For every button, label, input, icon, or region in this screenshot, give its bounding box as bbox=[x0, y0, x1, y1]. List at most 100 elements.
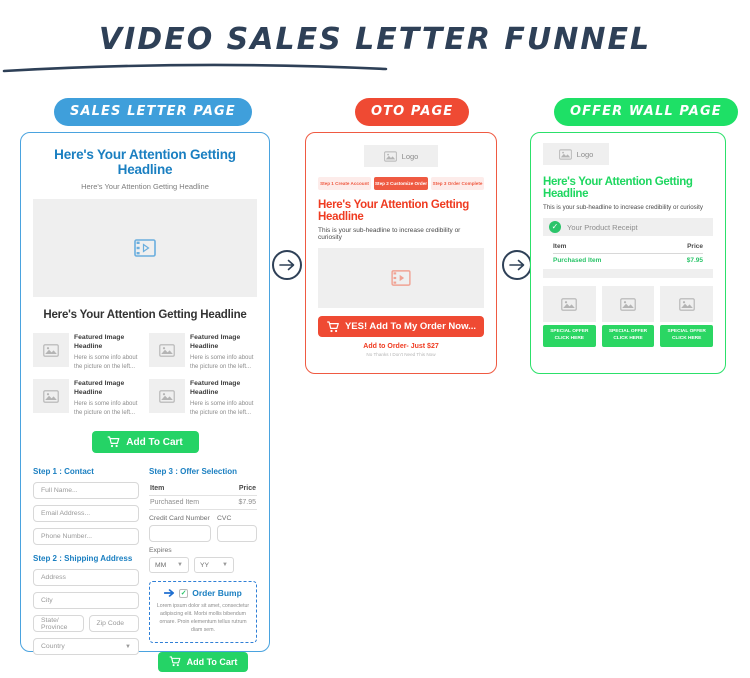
featured-item: Featured Image Headline Here is some inf… bbox=[149, 333, 257, 371]
add-to-cart-label-secondary: Add To Cart bbox=[186, 656, 238, 667]
offer-wall-headline: Here's Your Attention Getting Headline bbox=[543, 176, 693, 200]
expiry-year-select[interactable]: YY ▼ bbox=[194, 557, 234, 574]
checkbox-checked-icon[interactable]: ✓ bbox=[179, 588, 189, 598]
country-select-value: Country bbox=[41, 643, 65, 651]
offer-wall-page-panel: Logo Here's Your Attention Getting Headl… bbox=[530, 132, 726, 374]
expiry-month-value: MM bbox=[155, 561, 167, 569]
offer-table-item: Purchased Item bbox=[150, 499, 200, 507]
country-select[interactable]: Country ▼ bbox=[33, 638, 139, 656]
offer-table-row: Purchased Item $7.95 bbox=[149, 496, 257, 511]
receipt-price: $7.95 bbox=[686, 257, 703, 264]
offer-table-header: Item Price bbox=[149, 482, 257, 497]
image-placeholder-icon bbox=[33, 333, 69, 367]
video-film-icon bbox=[134, 239, 156, 257]
expires-label: Expires bbox=[149, 547, 172, 555]
special-offer-button[interactable]: SPECIAL OFFER CLICK HERE bbox=[601, 325, 655, 347]
phone-number-input[interactable]: Phone Number... bbox=[33, 528, 139, 546]
oto-subheadline: This is your sub-headline to increase cr… bbox=[318, 227, 461, 241]
city-input[interactable]: City bbox=[33, 592, 139, 610]
oto-cta-button[interactable]: YES! Add To My Order Now... bbox=[318, 316, 484, 337]
special-offer-line2: CLICK HERE bbox=[613, 335, 643, 341]
receipt-table-header: Item Price bbox=[553, 243, 703, 254]
special-offer-line2: CLICK HERE bbox=[554, 335, 584, 341]
oto-cta-label: YES! Add To My Order Now... bbox=[344, 321, 477, 332]
oto-video-placeholder[interactable] bbox=[318, 248, 484, 308]
special-offer-line1: SPECIAL OFFER bbox=[550, 329, 589, 334]
order-bump-body: Lorem ipsum dolor sit amet, consectetur … bbox=[156, 603, 250, 634]
email-address-input[interactable]: Email Address... bbox=[33, 505, 139, 523]
zip-code-input[interactable]: Zip Code bbox=[88, 615, 139, 633]
image-placeholder-icon bbox=[601, 286, 655, 322]
sales-section-headline: Here's Your Attention Getting Headline bbox=[43, 309, 247, 321]
add-to-cart-button-secondary[interactable]: Add To Cart bbox=[158, 651, 248, 672]
address-input[interactable]: Address bbox=[33, 569, 139, 587]
order-bump-box[interactable]: ✓ Order Bump Lorem ipsum dolor sit amet,… bbox=[149, 581, 257, 643]
special-offer-button[interactable]: SPECIAL OFFER CLICK HERE bbox=[543, 325, 596, 347]
image-placeholder-icon bbox=[383, 150, 397, 162]
order-bump-title: Order Bump bbox=[192, 588, 242, 599]
sales-letter-page-panel: Here's Your Attention Getting Headline H… bbox=[20, 132, 270, 672]
chevron-down-icon: ▼ bbox=[222, 562, 228, 569]
right-arrow-circle-icon bbox=[272, 250, 302, 280]
step-tab-order-complete[interactable]: Step 3 Order Complete bbox=[431, 177, 485, 190]
chevron-down-icon: ▼ bbox=[125, 643, 131, 650]
special-offer-button[interactable]: SPECIAL OFFER CLICK HERE bbox=[660, 325, 714, 347]
receipt-col-price: Price bbox=[687, 243, 703, 250]
step-1-heading: Step 1 : Contact bbox=[33, 467, 94, 477]
oto-footer-price[interactable]: Add to Order- Just $27 bbox=[318, 343, 484, 350]
featured-item-title: Featured Image Headline bbox=[190, 380, 241, 397]
featured-image-grid: Featured Image Headline Here is some inf… bbox=[33, 333, 257, 417]
step-2-heading: Step 2 : Shipping Address bbox=[33, 554, 133, 564]
step-3-heading: Step 3 : Offer Selection bbox=[149, 467, 238, 477]
sales-headline: Here's Your Attention Getting Headline bbox=[54, 147, 236, 177]
cvc-label: CVC bbox=[217, 515, 232, 523]
oto-logo-label: Logo bbox=[401, 151, 419, 161]
oto-step-tabs: Step 1 Create Account Step 2 Customize O… bbox=[318, 177, 485, 190]
featured-item-title: Featured Image Headline bbox=[190, 334, 241, 351]
special-offer-line2: CLICK HERE bbox=[672, 335, 702, 341]
receipt-table-row: Purchased Item $7.95 bbox=[553, 254, 703, 264]
step-tab-customize-order[interactable]: Step 2 Customize Order bbox=[373, 177, 429, 190]
featured-item-title: Featured Image Headline bbox=[74, 380, 125, 397]
offer-table-col-item: Item bbox=[150, 485, 165, 493]
receipt-col-item: Item bbox=[553, 243, 567, 250]
expiry-year-value: YY bbox=[200, 561, 210, 569]
sales-video-placeholder[interactable] bbox=[33, 199, 257, 297]
featured-item-desc: Here is some info about the picture on t… bbox=[190, 401, 254, 416]
add-to-cart-label: Add To Cart bbox=[126, 436, 183, 448]
chevron-down-icon: ▼ bbox=[177, 562, 183, 569]
page-title: VIDEO SALES LETTER FUNNEL bbox=[98, 22, 652, 57]
sales-subheadline: Here's Your Attention Getting Headline bbox=[81, 182, 209, 191]
expiry-month-select[interactable]: MM ▼ bbox=[149, 557, 189, 574]
full-name-input[interactable]: Full Name... bbox=[33, 482, 139, 500]
right-arrow-circle-icon bbox=[502, 250, 532, 280]
special-offer-card: SPECIAL OFFER CLICK HERE bbox=[660, 286, 714, 347]
featured-item-desc: Here is some info about the picture on t… bbox=[190, 355, 254, 370]
shopping-cart-icon bbox=[169, 656, 180, 667]
credit-card-number-input[interactable] bbox=[149, 525, 211, 543]
image-placeholder-icon bbox=[33, 379, 69, 414]
shopping-cart-icon bbox=[107, 436, 120, 448]
receipt-item: Purchased Item bbox=[553, 257, 602, 264]
special-offer-line1: SPECIAL OFFER bbox=[608, 329, 648, 334]
featured-item-desc: Here is some info about the picture on t… bbox=[74, 401, 138, 416]
credit-card-label: Credit Card Number bbox=[149, 515, 210, 523]
badge-offer-wall-page: OFFER WALL PAGE bbox=[554, 98, 738, 126]
state-province-input[interactable]: State/ Province bbox=[33, 615, 84, 633]
check-circle-icon: ✓ bbox=[549, 221, 561, 233]
add-to-cart-button[interactable]: Add To Cart bbox=[91, 431, 199, 454]
step-tab-create-account[interactable]: Step 1 Create Account bbox=[318, 177, 371, 190]
oto-footer-reject[interactable]: No Thanks I Don't Need This Now bbox=[318, 352, 484, 357]
featured-item: Featured Image Headline Here is some inf… bbox=[33, 379, 141, 417]
special-offer-card: SPECIAL OFFER CLICK HERE bbox=[601, 286, 655, 347]
offer-wall-receipt-table: Item Price Purchased Item $7.95 bbox=[553, 243, 703, 264]
cvc-input[interactable] bbox=[217, 525, 257, 543]
image-placeholder-icon bbox=[149, 379, 185, 414]
image-placeholder-icon bbox=[543, 286, 596, 322]
product-receipt-bar: ✓ Your Product Receipt bbox=[543, 218, 713, 236]
oto-page-panel: Logo Step 1 Create Account Step 2 Custom… bbox=[305, 132, 497, 374]
title-underline bbox=[2, 63, 388, 73]
featured-item: Featured Image Headline Here is some inf… bbox=[33, 333, 141, 371]
product-receipt-label: Your Product Receipt bbox=[567, 222, 638, 232]
receipt-divider-bar bbox=[543, 269, 713, 278]
